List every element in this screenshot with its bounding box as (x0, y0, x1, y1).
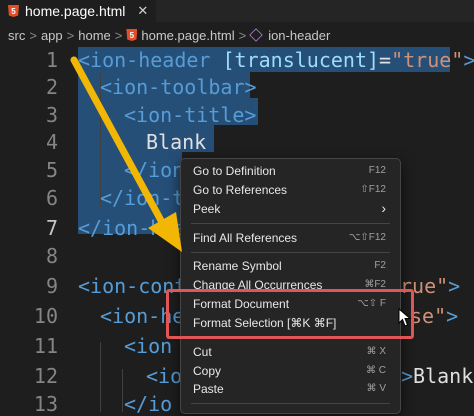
line-number: 8 (45, 244, 58, 268)
menu-item-shortcut: ⌘ V (366, 383, 386, 394)
code-line: </ion (124, 158, 184, 182)
menu-item-label: Find All References (193, 231, 298, 245)
menu-divider (191, 403, 390, 404)
menu-item-shortcut: F2 (374, 260, 386, 271)
code-token: [translucent] (222, 48, 380, 72)
code-line: <io (146, 364, 182, 388)
code-token: se" (410, 304, 447, 328)
code-line: <ion-header [translucent]="true"> (78, 48, 474, 72)
code-line: </io (124, 392, 172, 416)
close-icon[interactable]: ✕ (137, 3, 148, 19)
code-token: <ion-title> (124, 103, 257, 127)
code-token: <ion-header (78, 48, 223, 72)
code-line: </ion-t (100, 186, 184, 210)
line-number: 10 (33, 304, 58, 328)
menu-item-label: Go to References (193, 183, 288, 197)
code-line: </ion-hea (78, 216, 186, 240)
menu-item-label: Go to Definition (193, 164, 276, 178)
line-number: 6 (45, 186, 58, 210)
code-token: Blank (413, 364, 474, 388)
code-token: > (448, 274, 461, 298)
menu-item-label: Cut (193, 345, 212, 359)
line-number: 9 (45, 274, 58, 298)
line-number: 2 (45, 75, 58, 99)
code-token: = (379, 48, 392, 72)
breadcrumb-item-home[interactable]: home (78, 28, 111, 43)
indent-guide (122, 369, 123, 412)
line-number: 3 (45, 103, 58, 127)
code-token: > (401, 364, 414, 388)
code-token: > (446, 304, 459, 328)
code-token: </ion (124, 158, 185, 182)
code-token: </io (124, 392, 173, 416)
breadcrumb-item-file[interactable]: home.page.html (141, 28, 234, 43)
mouse-pointer-icon (398, 308, 412, 327)
code-token: <ion-toolbar> (100, 75, 257, 99)
code-token: > (463, 48, 474, 72)
code-line: <ion-title> (124, 103, 256, 127)
indent-guide (100, 342, 101, 412)
symbol-icon (249, 28, 263, 42)
breadcrumb-item-src[interactable]: src (8, 28, 25, 43)
tab-bar: 5 home.page.html ✕ (0, 0, 474, 22)
code-token: <io (146, 364, 183, 388)
line-number: 11 (33, 334, 58, 358)
menu-item-label: Rename Symbol (193, 259, 282, 273)
line-number: 5 (45, 158, 58, 182)
menu-item-shortcut: F12 (368, 165, 386, 176)
chevron-right-icon: › (381, 200, 386, 216)
menu-item-shortcut: ⇧F12 (360, 184, 386, 195)
line-number: 4 (45, 130, 58, 154)
line-number: 12 (33, 364, 58, 388)
breadcrumb-item-app[interactable]: app (41, 28, 63, 43)
context-menu: Go to Definition F12 Go to References ⇧F12… (180, 158, 401, 414)
code-token: </ion-hea (78, 216, 187, 240)
code-line: <ion (124, 334, 172, 358)
code-token: <ion (124, 334, 173, 358)
menu-item-go-to-definition[interactable]: Go to Definition F12 (181, 163, 400, 181)
code-line: >Blank (401, 364, 473, 388)
menu-item-go-to-references[interactable]: Go to References ⇧F12 (181, 182, 400, 200)
annotation-highlight-box (166, 289, 414, 339)
code-line: se"> (410, 304, 458, 328)
breadcrumb-item-symbol[interactable]: ion-header (268, 28, 330, 43)
editor-tab[interactable]: 5 home.page.html ✕ (0, 0, 157, 22)
menu-item-find-all-references[interactable]: Find All References ⌥⇧F12 (181, 230, 400, 248)
code-line: Blank (146, 130, 206, 154)
code-token: </ion-t (100, 186, 185, 210)
line-number: 13 (33, 392, 58, 416)
menu-item-cut[interactable]: Cut ⌘ X (181, 344, 400, 362)
breadcrumb: src > app > home > 5 home.page.html > io… (0, 24, 474, 46)
menu-item-copy[interactable]: Copy ⌘ C (181, 363, 400, 381)
menu-item-label: Copy (193, 364, 222, 378)
chevron-right-icon: > (66, 27, 75, 43)
tab-filename: home.page.html (25, 3, 126, 19)
menu-item-label: Paste (193, 382, 224, 396)
code-token: Blank (146, 130, 207, 154)
line-number: 1 (45, 48, 58, 72)
menu-item-label: Peek (193, 202, 221, 216)
chevron-right-icon: > (238, 27, 247, 43)
code-line: <ion-toolbar> (100, 75, 257, 99)
menu-item-paste[interactable]: Paste ⌘ V (181, 381, 400, 399)
code-token: "true" (391, 48, 464, 72)
chevron-right-icon: > (29, 27, 37, 43)
line-number: 7 (45, 216, 58, 240)
menu-divider (191, 223, 390, 224)
menu-divider (191, 252, 390, 253)
menu-item-shortcut: ⌘ C (366, 365, 386, 376)
html5-icon: 5 (8, 5, 19, 17)
html5-icon: 5 (126, 29, 138, 41)
menu-item-rename-symbol[interactable]: Rename Symbol F2 (181, 258, 400, 276)
menu-item-peek[interactable]: Peek › (181, 200, 400, 219)
chevron-right-icon: > (114, 27, 123, 43)
menu-item-shortcut: ⌘ X (366, 346, 386, 357)
menu-item-shortcut: ⌥⇧F12 (348, 232, 386, 243)
